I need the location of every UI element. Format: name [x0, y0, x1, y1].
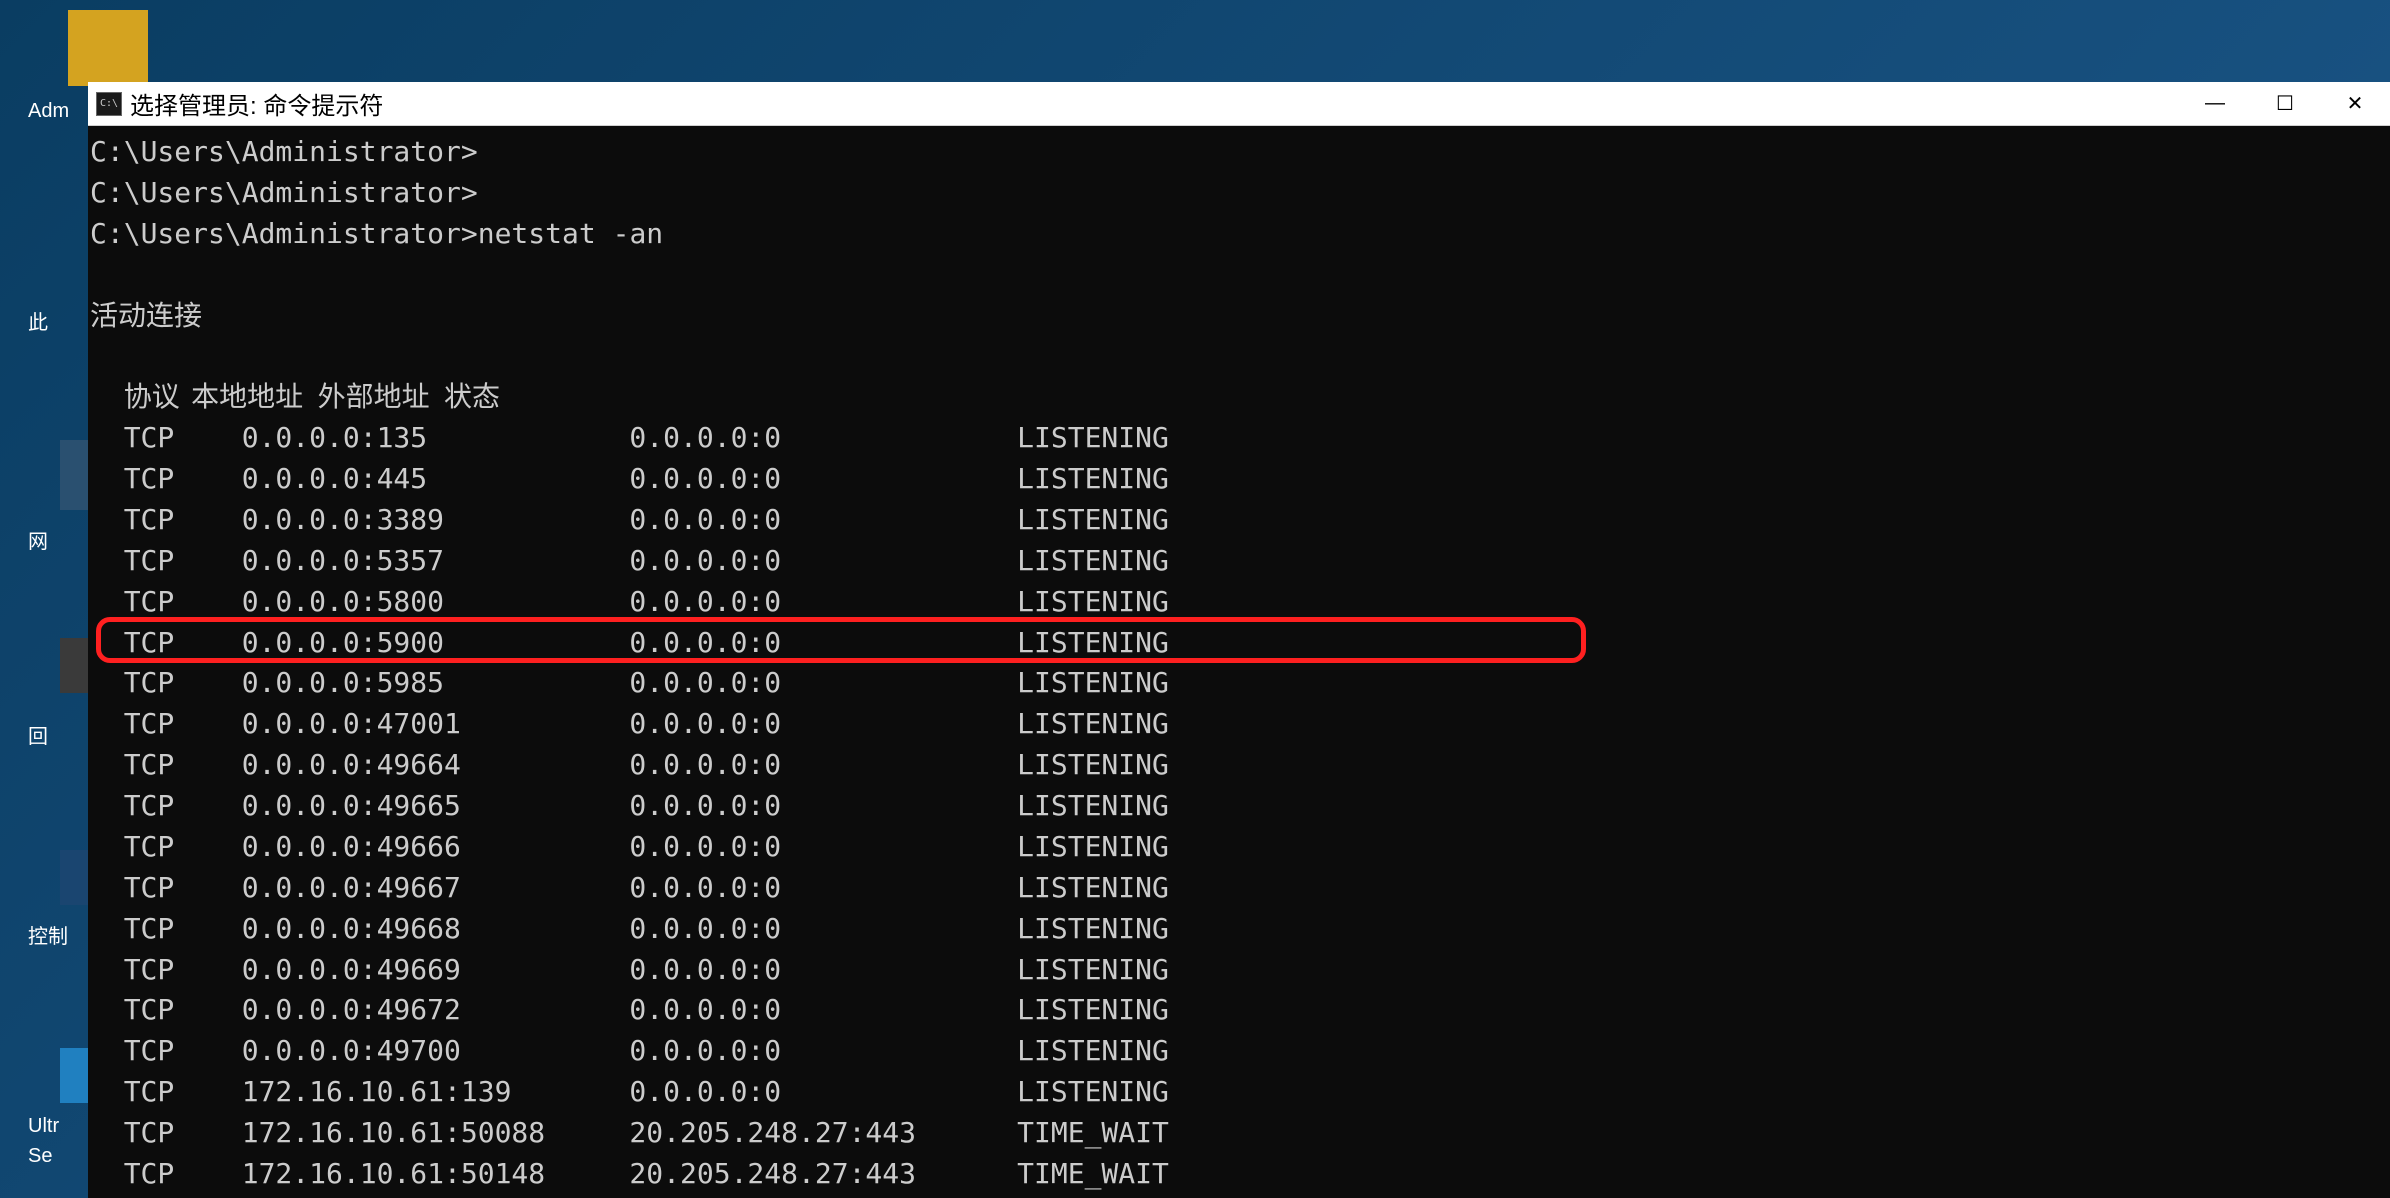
folder-icon[interactable] [68, 10, 148, 86]
prompt-line: C:\Users\Administrator> [90, 173, 2388, 214]
netstat-row: TCP 0.0.0.0:49669 0.0.0.0:0 LISTENING [90, 950, 2388, 991]
prompt-line: C:\Users\Administrator> [90, 132, 2388, 173]
blank-line [90, 336, 2388, 377]
desktop-label-recycle: 回 [28, 720, 48, 749]
netstat-row: TCP 172.16.10.61:50088 20.205.248.27:443… [90, 1113, 2388, 1154]
desktop-label-ultr: Ultr [28, 1115, 59, 1138]
netstat-row: TCP 0.0.0.0:5357 0.0.0.0:0 LISTENING [90, 541, 2388, 582]
netstat-row: TCP 0.0.0.0:3389 0.0.0.0:0 LISTENING [90, 500, 2388, 541]
netstat-row: TCP 0.0.0.0:49664 0.0.0.0:0 LISTENING [90, 745, 2388, 786]
netstat-row: TCP 0.0.0.0:5800 0.0.0.0:0 LISTENING [90, 582, 2388, 623]
desktop-label-adm: Adm [28, 100, 69, 123]
netstat-row: TCP 0.0.0.0:49668 0.0.0.0:0 LISTENING [90, 909, 2388, 950]
window-title-bar[interactable]: C:\ 选择管理员: 命令提示符 — ☐ ✕ [88, 82, 2390, 126]
netstat-row: TCP 0.0.0.0:49667 0.0.0.0:0 LISTENING [90, 868, 2388, 909]
desktop-label-n: 网 [28, 525, 48, 554]
netstat-row: TCP 0.0.0.0:5900 0.0.0.0:0 LISTENING [90, 623, 2388, 664]
cmd-icon: C:\ [96, 92, 122, 116]
desktop-label-this: 此 [28, 306, 48, 335]
netstat-row: TCP 172.16.10.61:50148 20.205.248.27:443… [90, 1154, 2388, 1195]
netstat-row: TCP 0.0.0.0:5985 0.0.0.0:0 LISTENING [90, 663, 2388, 704]
desktop-label-control: 控制 [28, 920, 68, 949]
blank-line [90, 255, 2388, 296]
prompt-line: C:\Users\Administrator>netstat -an [90, 214, 2388, 255]
cmd-window: C:\ 选择管理员: 命令提示符 — ☐ ✕ C:\Users\Administ… [88, 82, 2390, 1198]
maximize-button[interactable]: ☐ [2250, 82, 2320, 125]
netstat-row: TCP 172.16.10.61:139 0.0.0.0:0 LISTENING [90, 1072, 2388, 1113]
netstat-row: TCP 0.0.0.0:49666 0.0.0.0:0 LISTENING [90, 827, 2388, 868]
minimize-button[interactable]: — [2180, 82, 2250, 125]
netstat-row: TCP 0.0.0.0:445 0.0.0.0:0 LISTENING [90, 459, 2388, 500]
window-title: 选择管理员: 命令提示符 [130, 86, 2180, 121]
netstat-header: 协议本地地址外部地址状态 [90, 377, 2388, 418]
section-title: 活动连接 [90, 296, 2388, 337]
netstat-row: TCP 0.0.0.0:49665 0.0.0.0:0 LISTENING [90, 786, 2388, 827]
netstat-row: TCP 0.0.0.0:47001 0.0.0.0:0 LISTENING [90, 704, 2388, 745]
terminal-output[interactable]: C:\Users\Administrator> C:\Users\Adminis… [88, 126, 2390, 1198]
netstat-row: TCP 0.0.0.0:49700 0.0.0.0:0 LISTENING [90, 1031, 2388, 1072]
netstat-row: TCP 0.0.0.0:135 0.0.0.0:0 LISTENING [90, 418, 2388, 459]
desktop-label-se: Se [28, 1145, 52, 1168]
close-button[interactable]: ✕ [2320, 82, 2390, 125]
netstat-row: TCP 0.0.0.0:49672 0.0.0.0:0 LISTENING [90, 990, 2388, 1031]
